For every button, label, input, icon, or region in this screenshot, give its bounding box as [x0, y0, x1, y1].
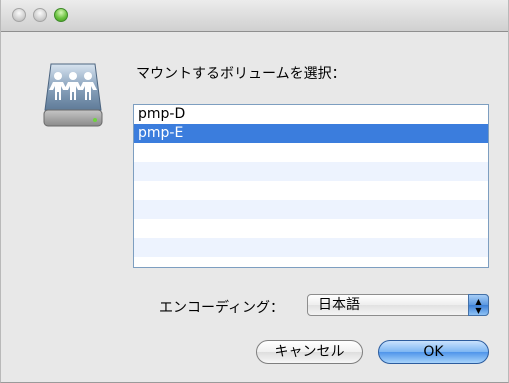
- list-item[interactable]: pmp-D: [134, 105, 488, 124]
- ok-button[interactable]: OK: [378, 340, 489, 364]
- list-item: [134, 257, 488, 267]
- list-item: [134, 143, 488, 162]
- title-bar: [1, 0, 508, 32]
- cancel-button[interactable]: キャンセル: [256, 340, 363, 364]
- volume-list[interactable]: pmp-D pmp-E: [133, 104, 489, 268]
- list-item: [134, 181, 488, 200]
- list-item-selected[interactable]: pmp-E: [134, 124, 488, 143]
- list-item: [134, 238, 488, 257]
- zoom-window-button[interactable]: [54, 8, 68, 22]
- minimize-window-button[interactable]: [33, 8, 47, 22]
- encoding-select-value: 日本語: [318, 297, 360, 313]
- mount-volume-dialog: マウントするボリュームを選択： pmp-D pmp-E エンコーディング： 日本…: [0, 0, 509, 383]
- list-item: [134, 219, 488, 238]
- volume-prompt-label: マウントするボリュームを選択：: [136, 66, 346, 82]
- list-item: [134, 162, 488, 181]
- close-window-button[interactable]: [12, 8, 26, 22]
- up-down-arrows-icon[interactable]: ▲ ▼: [468, 294, 489, 316]
- list-item: [134, 200, 488, 219]
- shared-server-icon: [43, 63, 103, 127]
- encoding-label: エンコーディング：: [159, 300, 285, 316]
- encoding-select[interactable]: 日本語 ▲ ▼: [307, 294, 489, 316]
